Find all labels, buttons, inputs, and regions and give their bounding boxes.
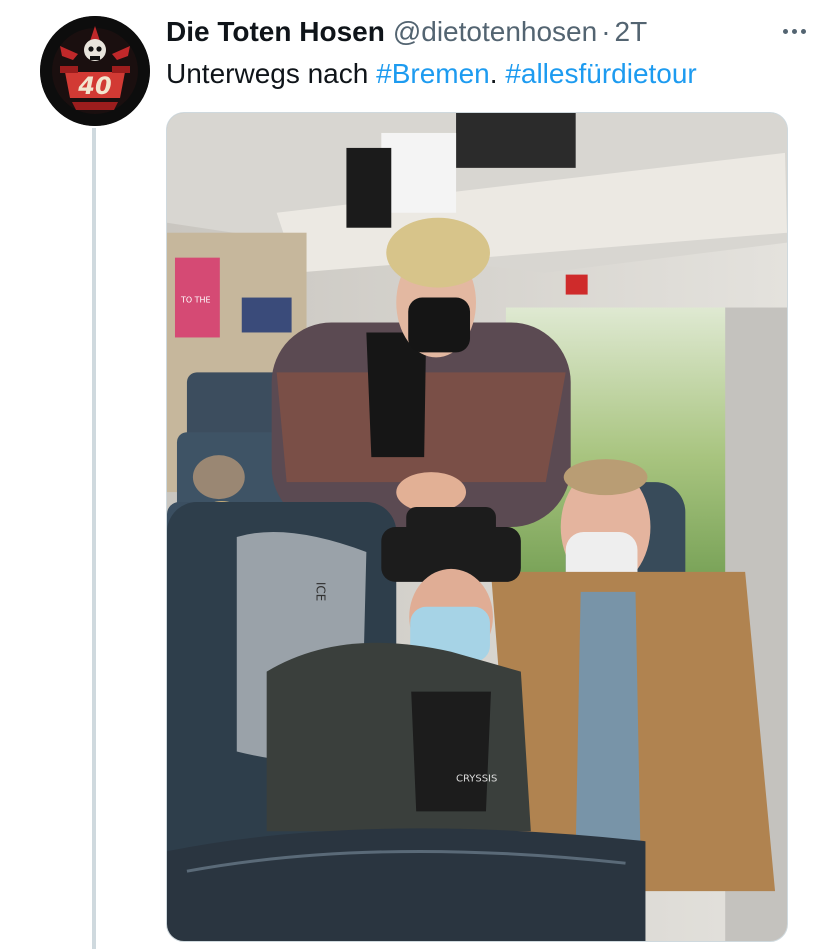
hashtag-allesfuerdietour[interactable]: #allesfürdietour <box>505 58 696 89</box>
tweet-text: Unterwegs nach #Bremen. #allesfürdietour <box>166 56 697 92</box>
author-name[interactable]: Die Toten Hosen <box>166 18 385 46</box>
logo-number: 40 <box>77 72 111 100</box>
tweet-text-middle: . <box>489 58 498 89</box>
tweet-photo[interactable]: TO THE ICE CRYSSIS <box>166 112 788 942</box>
hashtag-bremen[interactable]: #Bremen <box>376 58 490 89</box>
more-horizontal-icon[interactable] <box>774 16 814 46</box>
door-sign: TO THE <box>180 296 211 305</box>
shirt-text: CRYSSIS <box>456 773 497 784</box>
seat-label: ICE <box>314 582 328 601</box>
tweet-header: Die Toten Hosen @dietotenhosen · 2T <box>166 12 814 52</box>
author-handle[interactable]: @dietotenhosen <box>393 18 597 46</box>
separator-dot: · <box>601 16 611 47</box>
tweet-text-prefix: Unterwegs nach <box>166 58 369 89</box>
thread-line <box>92 128 96 949</box>
avatar[interactable]: 40 <box>40 16 150 126</box>
skull-40-logo: 40 <box>40 16 150 126</box>
photo-train-interior: TO THE ICE CRYSSIS <box>167 113 787 941</box>
tweet-time[interactable]: 2T <box>615 18 648 46</box>
